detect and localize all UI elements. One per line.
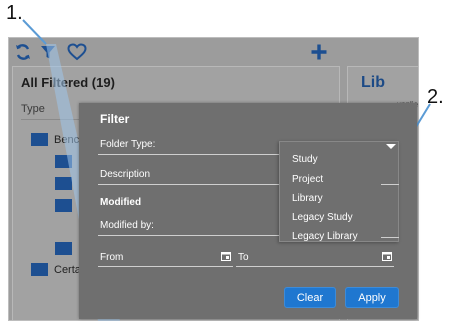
tree-row[interactable]: Benc: [31, 133, 79, 146]
tree-row[interactable]: [55, 242, 72, 255]
callout-number-1: 1.: [6, 2, 23, 24]
calendar-icon[interactable]: [382, 251, 392, 261]
filter-icon[interactable]: [37, 41, 59, 63]
from-date-field[interactable]: [98, 266, 233, 267]
refresh-icon[interactable]: [12, 41, 34, 63]
option-library[interactable]: Library: [292, 193, 323, 204]
tree-row[interactable]: Certa: [31, 263, 81, 276]
description-label: Description: [100, 169, 151, 180]
option-project[interactable]: Project: [292, 174, 323, 185]
folder-type-dropdown-caret[interactable]: [386, 144, 396, 149]
tree-row[interactable]: [55, 177, 72, 190]
folder-type-label: Folder Type:: [100, 139, 156, 150]
clear-button[interactable]: Clear: [284, 287, 336, 308]
library-title: Lib: [361, 74, 385, 91]
tree-row[interactable]: [55, 199, 72, 212]
from-label: From: [100, 252, 124, 263]
folder-icon: [55, 155, 72, 168]
tree-row[interactable]: [55, 155, 72, 168]
folder-icon: [55, 199, 72, 212]
option-legacy-library[interactable]: Legacy Library: [292, 231, 358, 242]
to-date-field[interactable]: [236, 266, 394, 267]
dropdown-field-underline: [381, 184, 399, 185]
panel-title: All Filtered (19): [21, 75, 115, 90]
modified-heading: Modified: [100, 197, 142, 208]
type-column-header[interactable]: Type: [21, 103, 45, 115]
dialog-title: Filter: [100, 112, 130, 126]
option-legacy-study[interactable]: Legacy Study: [292, 212, 353, 223]
folder-icon: [55, 177, 72, 190]
to-label: To: [238, 252, 249, 263]
folder-type-dropdown: Study Project Library Legacy Study Legac…: [279, 141, 399, 242]
calendar-icon[interactable]: [221, 251, 231, 261]
add-icon[interactable]: [308, 41, 330, 63]
folder-icon: [31, 263, 48, 276]
dropdown-field-underline: [381, 237, 399, 238]
toolbar: [9, 38, 418, 66]
tree-row-label: Benc: [54, 133, 80, 146]
folder-icon: [55, 242, 72, 255]
folder-icon: [31, 133, 48, 146]
tree-row-label: Certa: [54, 263, 81, 276]
heart-icon[interactable]: [66, 41, 88, 63]
option-study[interactable]: Study: [292, 154, 318, 165]
modified-by-label: Modified by:: [100, 220, 154, 231]
apply-button[interactable]: Apply: [345, 287, 399, 308]
callout-number-2: 2.: [427, 86, 444, 108]
